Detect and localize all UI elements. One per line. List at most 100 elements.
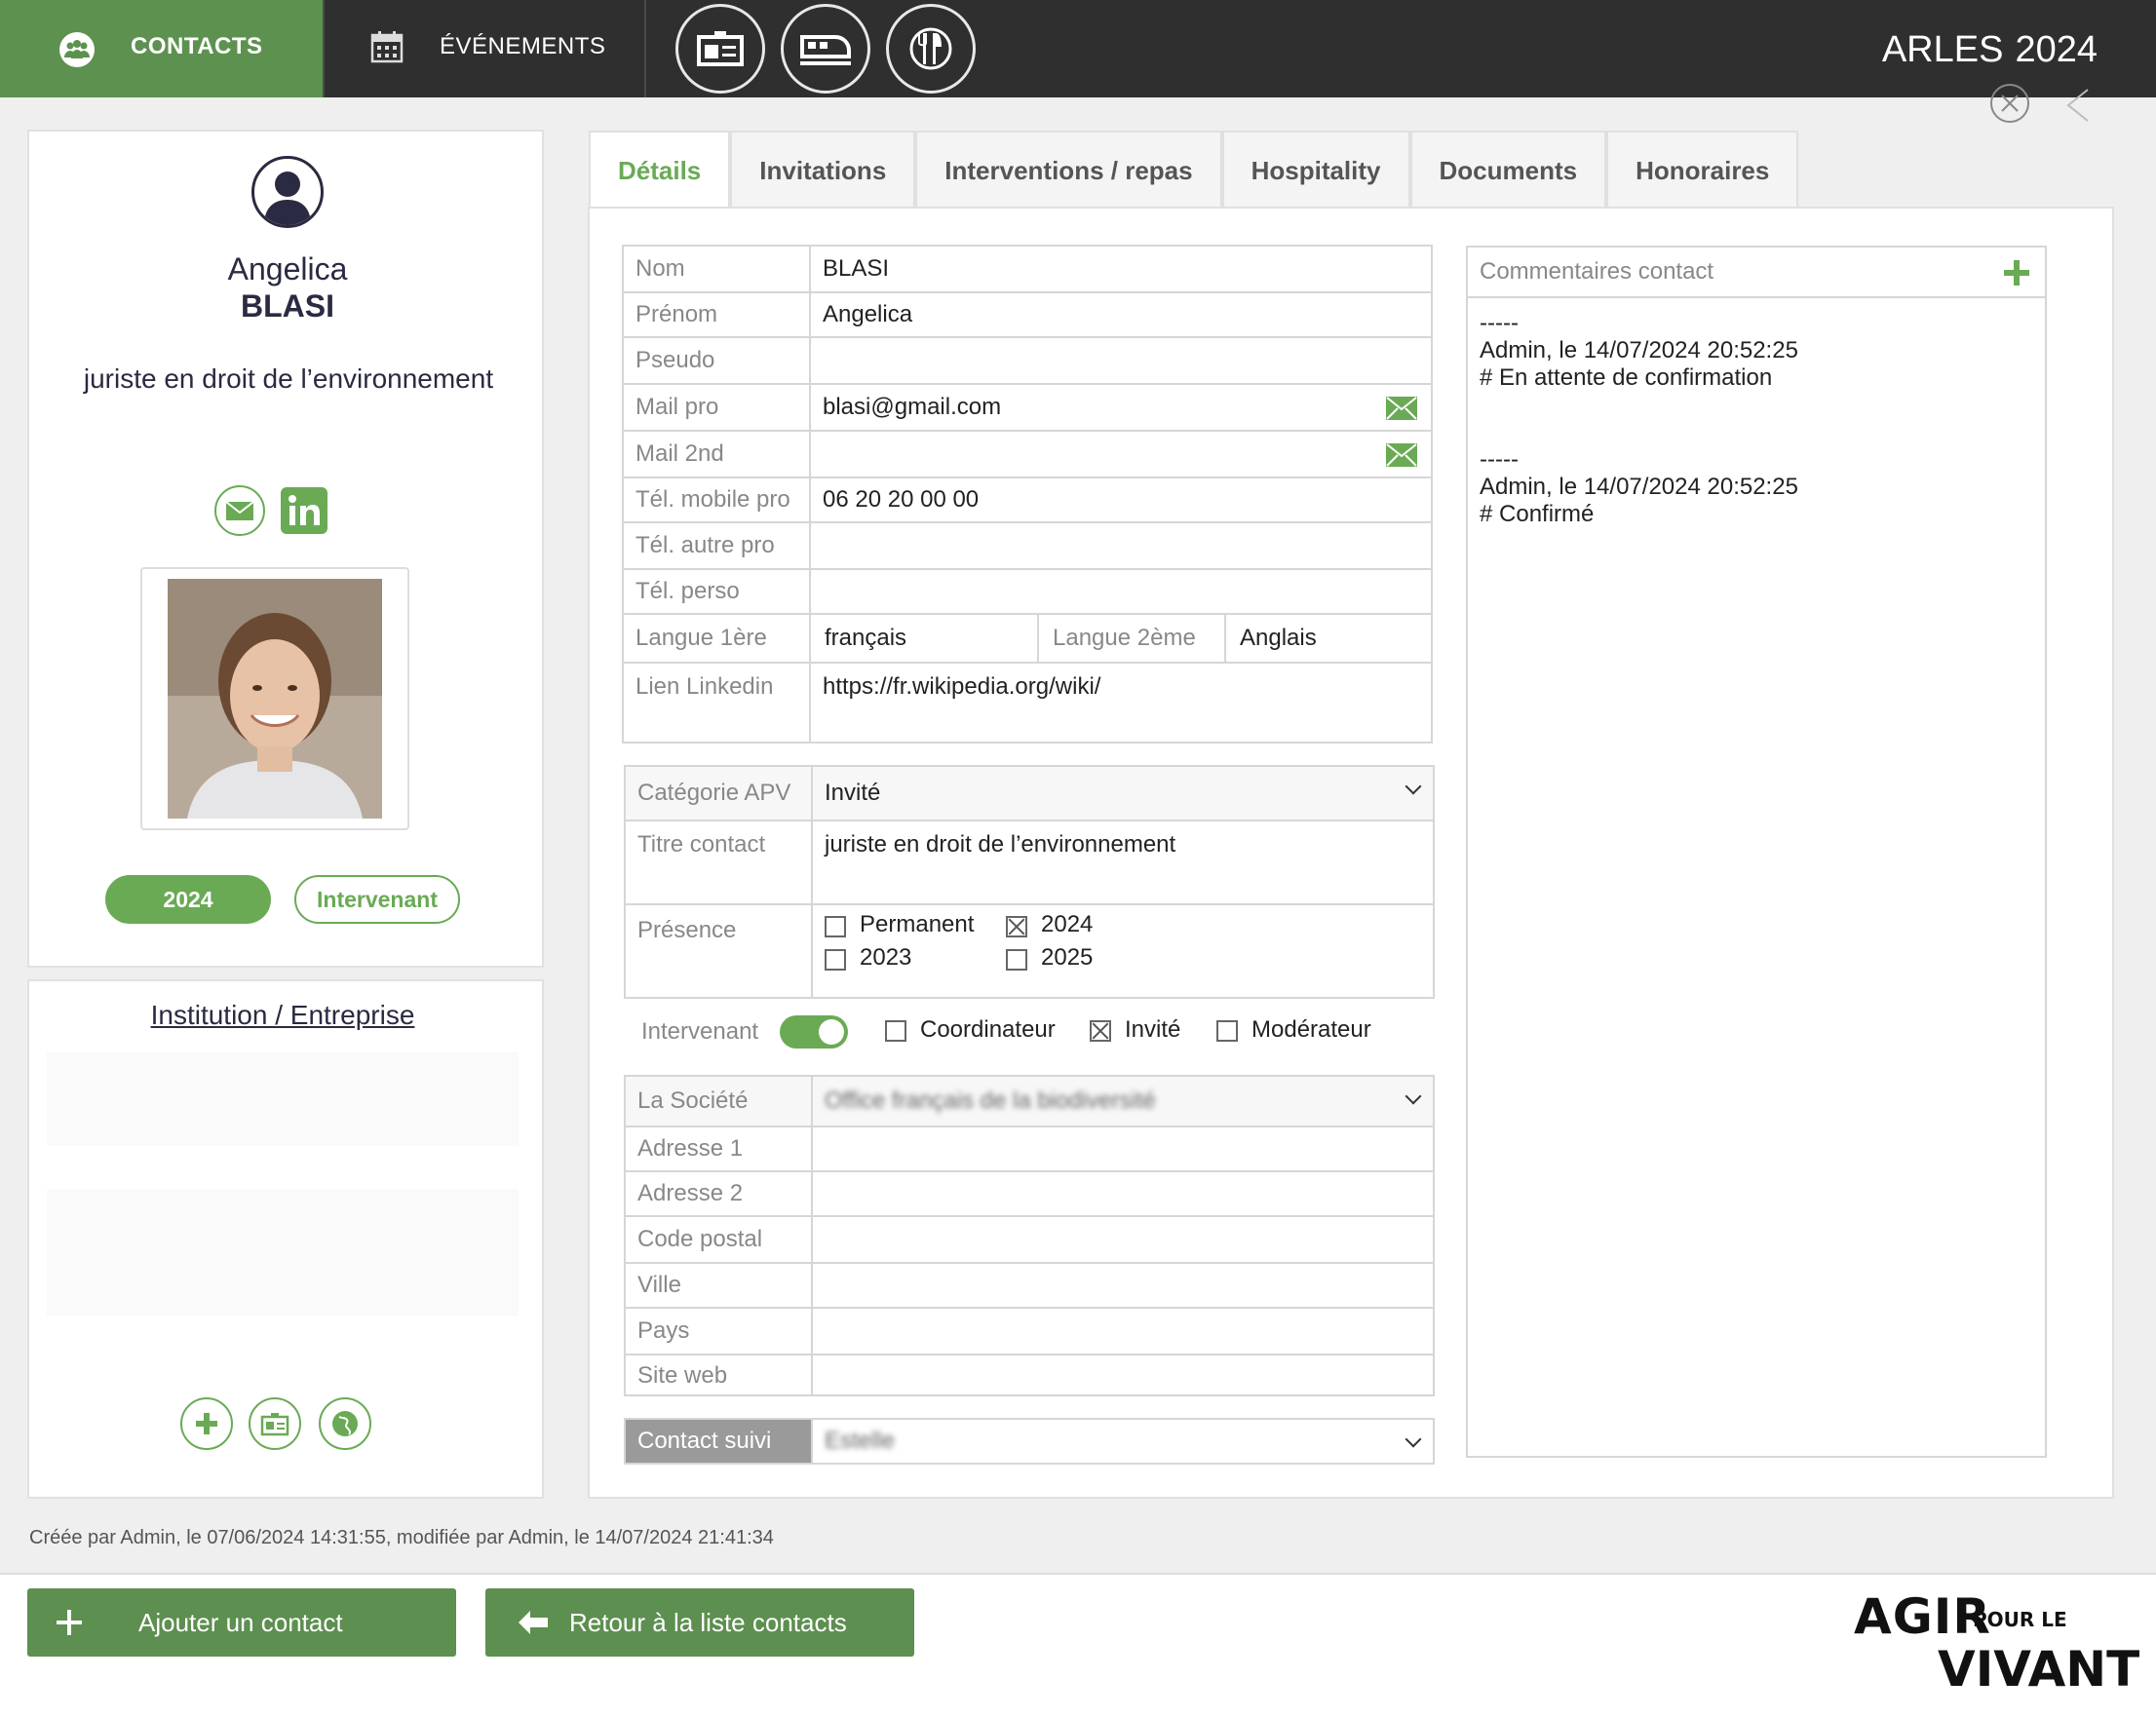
mail-pro-value[interactable]: blasi@gmail.com <box>823 385 1001 430</box>
field-categorie[interactable]: Catégorie APV Invité <box>626 767 1433 820</box>
profile-photo[interactable] <box>168 579 382 819</box>
societe-label: La Société <box>626 1077 813 1126</box>
intervenant-label: Intervenant <box>641 1018 759 1045</box>
tel-mobile-value[interactable]: 06 20 20 00 00 <box>823 478 979 521</box>
langue1-label: Langue 1ère <box>624 615 811 662</box>
field-langues: Langue 1ère français Langue 2ème Anglais <box>624 613 1431 662</box>
profile-last-name: BLASI <box>241 288 334 324</box>
field-tel-autre: Tél. autre pro <box>624 521 1431 568</box>
coordinateur-checkbox[interactable] <box>885 1020 906 1042</box>
societe-value[interactable]: Office français de la biodiversité <box>825 1077 1156 1126</box>
badge-nav-button[interactable] <box>675 4 765 94</box>
chevron-down-icon[interactable] <box>1405 1087 1422 1105</box>
field-societe[interactable]: La Société Office français de la biodive… <box>626 1077 1433 1126</box>
nom-value[interactable]: BLASI <box>823 247 889 291</box>
meal-nav-button[interactable] <box>886 4 976 94</box>
presence-2025-checkbox[interactable] <box>1006 949 1027 971</box>
train-icon <box>800 35 851 65</box>
back-to-list-label: Retour à la liste contacts <box>569 1607 847 1637</box>
presence-permanent-checkbox[interactable] <box>825 916 846 937</box>
close-icon[interactable] <box>1988 82 2031 125</box>
nav-contacts[interactable]: CONTACTS <box>0 0 323 97</box>
field-code-postal: Code postal <box>626 1215 1433 1262</box>
plus-icon <box>196 1413 217 1434</box>
presence-2024-label: 2024 <box>1041 911 1094 937</box>
calendar-icon <box>370 31 404 63</box>
tab-hospitality[interactable]: Hospitality <box>1221 131 1410 209</box>
add-comment-icon[interactable] <box>2004 260 2029 286</box>
mail-pro-label: Mail pro <box>624 385 811 430</box>
linkedin-button[interactable] <box>281 484 333 537</box>
contact-suivi-field[interactable]: Contact suivi Estelle <box>624 1418 1435 1465</box>
field-pays: Pays <box>626 1307 1433 1354</box>
year-badge: 2024 <box>105 875 271 924</box>
apv-fields: Catégorie APV Invité Titre contact juris… <box>624 765 1435 999</box>
chevron-down-icon[interactable] <box>1405 778 1422 795</box>
back-to-list-button[interactable]: Retour à la liste contacts <box>485 1588 914 1657</box>
ville-label: Ville <box>626 1264 813 1307</box>
categorie-label: Catégorie APV <box>626 767 813 820</box>
presence-2023-checkbox[interactable] <box>825 949 846 971</box>
chevron-down-icon[interactable] <box>1405 1431 1422 1448</box>
arrow-left-icon <box>519 1611 548 1634</box>
invite-checkbox[interactable] <box>1090 1020 1111 1042</box>
nav-events-label: ÉVÉNEMENTS <box>440 33 606 59</box>
site-web-label: Site web <box>626 1355 813 1396</box>
tab-interventions[interactable]: Interventions / repas <box>915 131 1222 209</box>
train-nav-button[interactable] <box>781 4 870 94</box>
tab-honoraires[interactable]: Honoraires <box>1606 131 1799 209</box>
nav-contacts-label: CONTACTS <box>131 33 263 59</box>
chevron-left-icon[interactable] <box>2062 86 2092 125</box>
badge-icon <box>697 31 744 66</box>
titre-value[interactable]: juriste en droit de l’environnement <box>825 821 1175 903</box>
send-mail-icon[interactable] <box>1386 397 1417 420</box>
linkedin-value[interactable]: https://fr.wikipedia.org/wiki/ <box>823 664 1100 742</box>
tab-documents[interactable]: Documents <box>1409 131 1607 209</box>
fork-knife-icon <box>909 27 952 70</box>
event-brand: ARLES 2024 <box>1882 29 2098 71</box>
presence-2024-checkbox[interactable] <box>1006 916 1027 937</box>
prenom-value[interactable]: Angelica <box>823 293 912 336</box>
email-button[interactable] <box>213 484 266 537</box>
field-nom: Nom BLASI <box>624 247 1431 291</box>
profile-first-name: Angelica <box>227 251 348 286</box>
adresse1-label: Adresse 1 <box>626 1127 813 1170</box>
add-contact-button[interactable]: Ajouter un contact <box>27 1588 456 1657</box>
tab-details[interactable]: Détails <box>589 131 731 209</box>
langue1-value[interactable]: français <box>825 615 1039 662</box>
record-metadata: Créée par Admin, le 07/06/2024 14:31:55,… <box>29 1527 774 1548</box>
field-tel-mobile: Tél. mobile pro 06 20 20 00 00 <box>624 477 1431 521</box>
nav-events[interactable]: ÉVÉNEMENTS <box>323 0 646 97</box>
field-tel-perso: Tél. perso <box>624 568 1431 613</box>
portrait-image <box>168 579 382 819</box>
invite-label: Invité <box>1125 1016 1181 1043</box>
field-adresse1: Adresse 1 <box>626 1126 1433 1170</box>
tel-mobile-label: Tél. mobile pro <box>624 478 811 521</box>
comment-entry: ----- Admin, le 14/07/2024 20:52:25 # Co… <box>1480 446 1798 527</box>
profile-avatar <box>251 156 324 228</box>
institution-placeholder <box>47 1052 519 1146</box>
presence-2025-label: 2025 <box>1041 944 1094 971</box>
moderateur-checkbox[interactable] <box>1216 1020 1238 1042</box>
prenom-label: Prénom <box>624 293 811 336</box>
profile-job-title: juriste en droit de l’environnement <box>83 363 494 394</box>
tab-invitations[interactable]: Invitations <box>730 131 916 209</box>
titre-label: Titre contact <box>626 821 813 903</box>
langue2-value[interactable]: Anglais <box>1240 615 1317 662</box>
intervenant-toggle[interactable] <box>780 1015 848 1049</box>
contact-fields: Nom BLASI Prénom Angelica Pseudo Mail pr… <box>622 245 1433 744</box>
add-institution-button[interactable] <box>180 1397 233 1450</box>
field-pseudo: Pseudo <box>624 336 1431 383</box>
presence-label: Présence <box>626 905 813 997</box>
top-navigation-bar: CONTACTS ÉVÉNEMENTS ARLES 2024 <box>0 0 2156 97</box>
suivi-value[interactable]: Estelle <box>825 1420 895 1463</box>
send-mail-icon[interactable] <box>1386 443 1417 467</box>
plus-icon <box>57 1610 82 1635</box>
institution-link[interactable]: Institution / Entreprise <box>29 1000 536 1031</box>
pays-label: Pays <box>626 1309 813 1354</box>
institution-card-button[interactable] <box>249 1397 301 1450</box>
institution-website-button[interactable] <box>319 1397 371 1450</box>
brand-year: 2024 <box>2015 29 2098 70</box>
categorie-value[interactable]: Invité <box>825 767 880 820</box>
presence-2023-label: 2023 <box>860 944 912 971</box>
